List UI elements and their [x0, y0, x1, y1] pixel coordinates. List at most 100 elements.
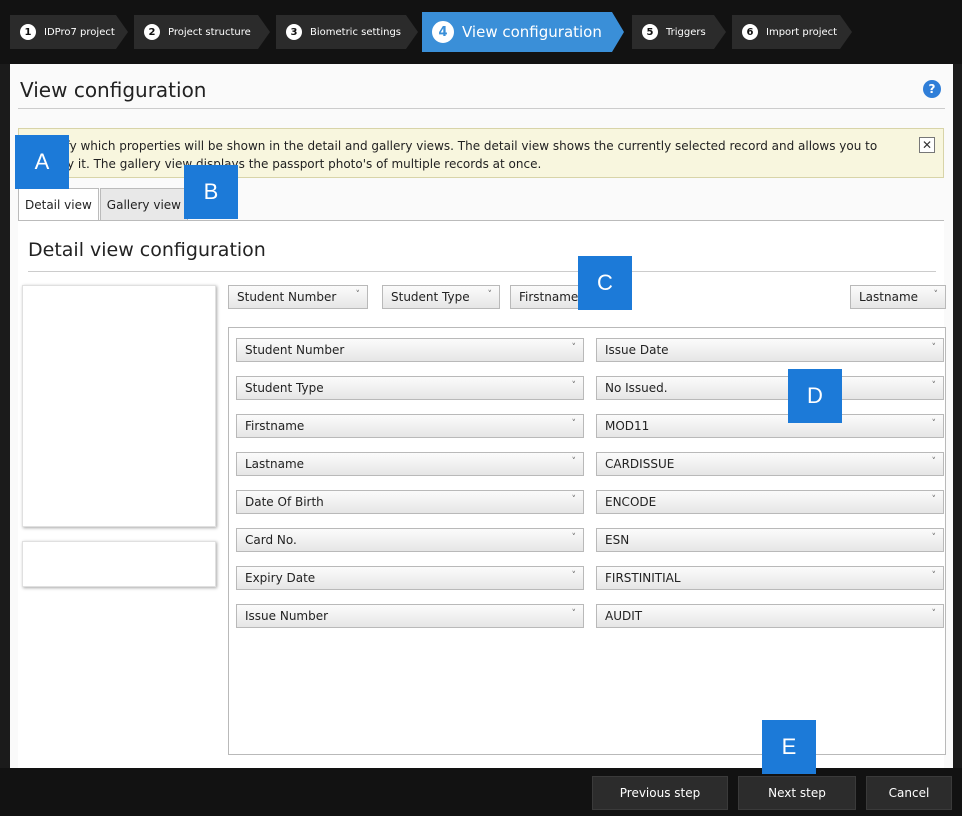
cancel-button[interactable]: Cancel: [866, 776, 952, 810]
chevron-down-icon: ˅: [571, 609, 577, 619]
header-field-dropdown[interactable]: Student Type ˅: [382, 285, 500, 309]
step-number-6: 6: [742, 24, 758, 40]
dropdown-value: Expiry Date: [245, 571, 316, 585]
field-dropdown[interactable]: Issue Number ˅: [236, 604, 584, 628]
chevron-down-icon: ˅: [571, 571, 577, 581]
step-idpro7-project[interactable]: 1 IDPro7 project: [10, 15, 128, 49]
step-project-structure[interactable]: 2 Project structure: [134, 15, 270, 49]
dropdown-value: Issue Number: [245, 609, 329, 623]
tab-detail-view[interactable]: Detail view: [18, 188, 99, 220]
chevron-down-icon: ˅: [571, 343, 577, 353]
step-number-2: 2: [144, 24, 160, 40]
step-label: Import project: [766, 26, 838, 38]
chevron-down-icon: ˅: [931, 571, 937, 581]
dropdown-value: Student Number: [237, 290, 337, 304]
step-biometric-settings[interactable]: 3 Biometric settings: [276, 15, 418, 49]
dropdown-value: ENCODE: [605, 495, 657, 509]
view-tabs: Detail view Gallery view: [18, 188, 189, 220]
callout-b: B: [184, 165, 238, 219]
info-banner: Specify which properties will be shown i…: [18, 128, 944, 178]
step-number-4: 4: [432, 21, 454, 43]
chevron-down-icon: ˅: [931, 419, 937, 429]
photo-preview: [22, 285, 216, 527]
field-dropdown[interactable]: Lastname ˅: [236, 452, 584, 476]
dropdown-value: Student Number: [245, 343, 345, 357]
field-dropdown[interactable]: ENCODE ˅: [596, 490, 944, 514]
chevron-down-icon: ˅: [931, 495, 937, 505]
field-dropdown[interactable]: Student Type ˅: [236, 376, 584, 400]
dropdown-value: FIRSTINITIAL: [605, 571, 681, 585]
dropdown-value: Firstname: [519, 290, 579, 304]
detail-view-body: Detail view configuration Student Number…: [18, 220, 946, 768]
section-title: Detail view configuration: [28, 239, 266, 261]
section-divider: [28, 271, 936, 272]
dropdown-value: Issue Date: [605, 343, 669, 357]
header-field-dropdown[interactable]: Student Number ˅: [228, 285, 368, 309]
field-dropdown[interactable]: FIRSTINITIAL ˅: [596, 566, 944, 590]
dropdown-value: ESN: [605, 533, 630, 547]
bottom-action-bar: Previous step Next step Cancel: [0, 768, 962, 816]
step-number-5: 5: [642, 24, 658, 40]
field-dropdown[interactable]: Expiry Date ˅: [236, 566, 584, 590]
page-title: View configuration: [20, 78, 207, 102]
field-dropdown[interactable]: Card No. ˅: [236, 528, 584, 552]
step-label: Biometric settings: [310, 26, 402, 38]
field-dropdown[interactable]: Date Of Birth ˅: [236, 490, 584, 514]
step-label: Project structure: [168, 26, 251, 38]
chevron-down-icon: ˅: [487, 290, 493, 300]
close-icon[interactable]: ✕: [919, 137, 935, 153]
field-dropdown[interactable]: AUDIT ˅: [596, 604, 944, 628]
chevron-down-icon: ˅: [355, 290, 361, 300]
previous-step-button[interactable]: Previous step: [592, 776, 728, 810]
header-field-dropdown[interactable]: Lastname ˅: [850, 285, 946, 309]
info-text: Specify which properties will be shown i…: [33, 139, 878, 171]
dropdown-value: CARDISSUE: [605, 457, 675, 471]
step-number-3: 3: [286, 24, 302, 40]
chevron-down-icon: ˅: [931, 609, 937, 619]
title-divider: [18, 108, 945, 109]
chevron-down-icon: ˅: [571, 381, 577, 391]
photo-caption-box: [22, 541, 216, 587]
field-dropdown[interactable]: Firstname ˅: [236, 414, 584, 438]
callout-a: A: [15, 135, 69, 189]
chevron-down-icon: ˅: [571, 495, 577, 505]
field-dropdown[interactable]: Student Number ˅: [236, 338, 584, 362]
dropdown-value: Lastname: [859, 290, 919, 304]
field-dropdown[interactable]: ESN ˅: [596, 528, 944, 552]
next-step-button[interactable]: Next step: [738, 776, 856, 810]
step-view-configuration[interactable]: 4 View configuration: [422, 12, 624, 52]
field-dropdown[interactable]: CARDISSUE ˅: [596, 452, 944, 476]
dropdown-value: Firstname: [245, 419, 305, 433]
dropdown-value: Student Type: [245, 381, 324, 395]
dropdown-value: Lastname: [245, 457, 305, 471]
step-label: Triggers: [666, 26, 706, 38]
chevron-down-icon: ˅: [571, 419, 577, 429]
field-dropdown[interactable]: Issue Date ˅: [596, 338, 944, 362]
step-import-project[interactable]: 6 Import project: [732, 15, 852, 49]
chevron-down-icon: ˅: [571, 457, 577, 467]
callout-e: E: [762, 720, 816, 774]
chevron-down-icon: ˅: [931, 343, 937, 353]
chevron-down-icon: ˅: [933, 290, 939, 300]
step-label: IDPro7 project: [44, 26, 115, 38]
chevron-down-icon: ˅: [571, 533, 577, 543]
step-triggers[interactable]: 5 Triggers: [632, 15, 726, 49]
dropdown-value: No Issued.: [605, 381, 668, 395]
field-dropdown[interactable]: No Issued. ˅: [596, 376, 944, 400]
help-icon[interactable]: ?: [923, 80, 941, 98]
dropdown-value: Date Of Birth: [245, 495, 324, 509]
chevron-down-icon: ˅: [931, 381, 937, 391]
step-number-1: 1: [20, 24, 36, 40]
wizard-step-bar: 1 IDPro7 project 2 Project structure 3 B…: [0, 0, 962, 64]
chevron-down-icon: ˅: [931, 533, 937, 543]
callout-c: C: [578, 256, 632, 310]
dropdown-value: AUDIT: [605, 609, 643, 623]
step-label: View configuration: [462, 23, 602, 41]
dropdown-value: Card No.: [245, 533, 297, 547]
dropdown-value: MOD11: [605, 419, 650, 433]
tab-gallery-view[interactable]: Gallery view: [99, 188, 188, 220]
callout-d: D: [788, 369, 842, 423]
field-dropdown[interactable]: MOD11 ˅: [596, 414, 944, 438]
chevron-down-icon: ˅: [931, 457, 937, 467]
dropdown-value: Student Type: [391, 290, 470, 304]
